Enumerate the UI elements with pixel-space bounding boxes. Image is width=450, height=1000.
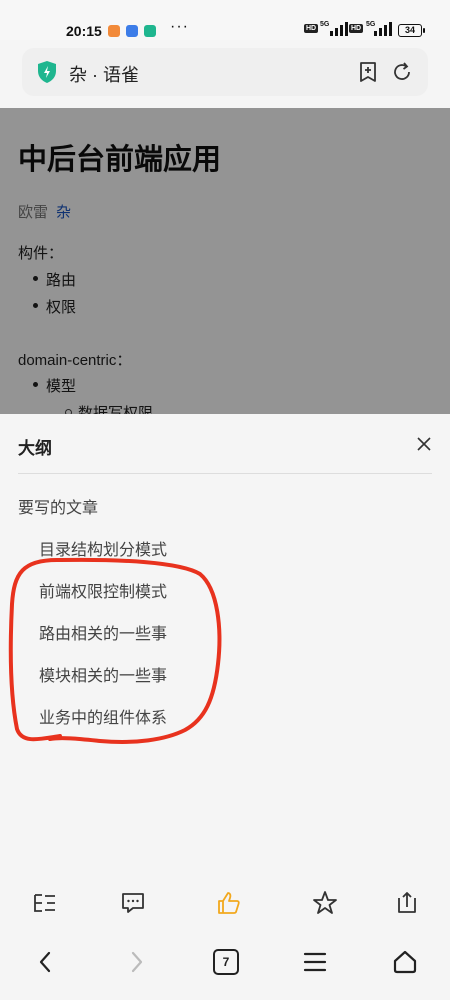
outline-item[interactable]: 前端权限控制模式 bbox=[39, 578, 167, 602]
status-time: 20:15 bbox=[66, 23, 102, 39]
outline-title: 大纲 bbox=[18, 439, 52, 458]
like-icon[interactable] bbox=[216, 890, 242, 916]
menu-icon[interactable] bbox=[301, 948, 329, 976]
page-title: 杂 · 语雀 bbox=[69, 65, 139, 85]
outline-item[interactable]: 模块相关的一些事 bbox=[39, 662, 167, 686]
hd-badge: HD bbox=[304, 24, 319, 33]
outline-item[interactable]: 目录结构划分模式 bbox=[39, 536, 167, 560]
refresh-icon[interactable] bbox=[390, 60, 414, 84]
app-notification-icon bbox=[108, 25, 120, 37]
app-notification-icon bbox=[126, 25, 138, 37]
star-icon[interactable] bbox=[312, 890, 338, 916]
forward-icon[interactable] bbox=[122, 948, 150, 976]
app-notification-icon bbox=[144, 25, 156, 37]
shield-icon bbox=[38, 61, 56, 83]
battery-icon: 34 bbox=[398, 24, 425, 37]
article-toolbar bbox=[0, 880, 450, 924]
close-icon[interactable] bbox=[414, 434, 434, 454]
add-bookmark-icon[interactable] bbox=[356, 60, 380, 84]
back-icon[interactable] bbox=[32, 948, 60, 976]
dim-overlay[interactable] bbox=[0, 108, 450, 414]
signal-icon bbox=[374, 22, 392, 36]
comment-icon[interactable] bbox=[120, 890, 146, 916]
hd-badge: HD bbox=[349, 24, 364, 33]
tabs-icon[interactable]: 7 bbox=[213, 949, 239, 975]
outline-item[interactable]: 业务中的组件体系 bbox=[39, 704, 167, 728]
outline-item[interactable]: 要写的文章 bbox=[18, 494, 98, 518]
outline-icon[interactable] bbox=[32, 890, 58, 916]
share-icon[interactable] bbox=[394, 890, 420, 916]
outline-item[interactable]: 路由相关的一些事 bbox=[39, 620, 167, 644]
divider bbox=[18, 473, 432, 474]
home-icon[interactable] bbox=[391, 948, 419, 976]
more-notifications-icon: ··· bbox=[170, 18, 189, 35]
status-bar: 20:15 ··· HD 5G HD 5G 34 bbox=[0, 0, 450, 40]
address-bar[interactable]: 杂 · 语雀 bbox=[22, 48, 428, 96]
signal-icon bbox=[330, 22, 348, 36]
